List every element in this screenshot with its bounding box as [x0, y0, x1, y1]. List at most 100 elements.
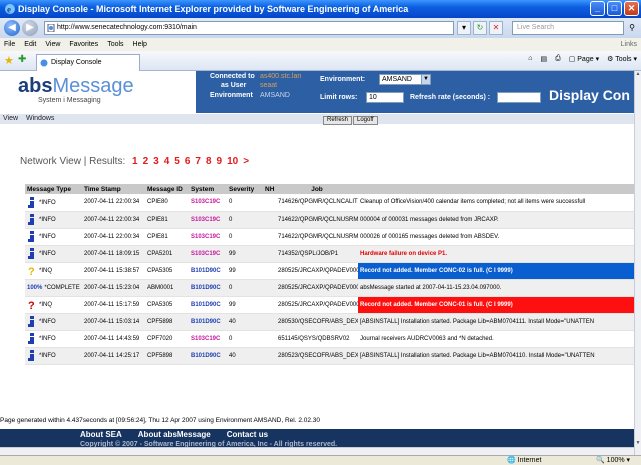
- cell-message-text: Journal receivers AUDRCV0063 and *N deta…: [358, 330, 634, 348]
- print-icon[interactable]: ⎙: [555, 55, 561, 63]
- refresh-button[interactable]: Refresh: [323, 116, 353, 125]
- tab-display-console[interactable]: Display Console: [36, 54, 140, 71]
- about-absmessage-link[interactable]: About absMessage: [138, 430, 211, 439]
- page-link[interactable]: 10: [227, 156, 238, 167]
- page-link[interactable]: 7: [195, 156, 201, 167]
- page-content: absMessage System i Messaging Connected …: [0, 71, 634, 455]
- cell-severity: 0: [227, 194, 263, 212]
- page-link[interactable]: 2: [143, 156, 149, 167]
- page-link[interactable]: 8: [206, 156, 212, 167]
- results-label: Network View | Results:: [20, 156, 126, 167]
- table-row[interactable]: *INFO 2007-04-11 22:00:34 CPIE80 S103C19C 0 7…: [25, 194, 634, 212]
- limit-rows-input[interactable]: 10: [366, 92, 404, 103]
- menu-view[interactable]: View: [45, 38, 60, 51]
- stop-icon[interactable]: ✕: [489, 21, 503, 35]
- about-sea-link[interactable]: About SEA: [80, 430, 122, 439]
- completion-percent: 100%: [27, 284, 43, 291]
- col-severity[interactable]: Severity: [227, 184, 263, 194]
- horizontal-scrollbar[interactable]: [0, 447, 634, 455]
- col-system[interactable]: System: [189, 184, 227, 194]
- scroll-down-icon[interactable]: ▼: [635, 440, 641, 447]
- vertical-scrollbar[interactable]: ▲ ▼: [634, 71, 641, 455]
- message-type: *INFO: [39, 217, 56, 224]
- zoom-level[interactable]: 🔍 100% ▾: [596, 456, 630, 465]
- cell-message-type: ? *INQ: [25, 262, 82, 280]
- page-title: Display Con: [549, 87, 630, 103]
- minimize-button[interactable]: _: [590, 1, 605, 16]
- cell-message-text: Record not added. Member CONC-01 is full…: [358, 296, 634, 314]
- close-window-button[interactable]: ✕: [624, 1, 639, 16]
- menu-favorites[interactable]: Favorites: [69, 38, 98, 51]
- col-message-type[interactable]: Message Type: [25, 184, 82, 194]
- links-label[interactable]: Links: [621, 38, 637, 51]
- table-row[interactable]: *INFO 2007-04-11 14:43:59 CPF7020 S103C19C 0…: [25, 330, 634, 348]
- cell-nh: [263, 211, 276, 229]
- logo-abs: abs: [18, 75, 53, 97]
- page-link[interactable]: 9: [217, 156, 223, 167]
- environment-select[interactable]: AMSAND ▼: [379, 74, 431, 85]
- page-menu[interactable]: ▢ Page ▾: [569, 55, 599, 63]
- cell-time-stamp: 2007-04-11 15:03:14: [82, 313, 145, 331]
- chevron-down-icon[interactable]: ▼: [421, 74, 431, 85]
- cell-time-stamp: 2007-04-11 15:23:04: [82, 279, 145, 297]
- page-link[interactable]: 3: [153, 156, 159, 167]
- cell-severity: 0: [227, 330, 263, 348]
- menu-edit[interactable]: Edit: [24, 38, 36, 51]
- cell-message-id: CPIE81: [145, 211, 189, 229]
- message-text: [ABSINSTALL] Installation started. Packa…: [360, 352, 595, 359]
- back-button[interactable]: ◀: [4, 20, 20, 36]
- search-input[interactable]: Live Search: [512, 21, 624, 35]
- add-favorites-icon[interactable]: ✚: [18, 54, 26, 65]
- col-job[interactable]: Job: [276, 184, 358, 194]
- table-row[interactable]: *INFO 2007-04-11 22:00:34 CPIE81 S103C19C 0 7…: [25, 228, 634, 246]
- cell-message-text: [ABSINSTALL] Installation started. Packa…: [358, 347, 634, 365]
- forward-button[interactable]: ▶: [22, 20, 38, 36]
- menu-help[interactable]: Help: [133, 38, 147, 51]
- cell-message-id: CPIE81: [145, 228, 189, 246]
- col-time-stamp[interactable]: Time Stamp: [82, 184, 145, 194]
- environment-label: Environment: [210, 92, 253, 99]
- table-row[interactable]: 100% *COMPLETE 2007-04-11 15:23:04 ABM0001 B…: [25, 279, 634, 297]
- next-page-link[interactable]: >: [243, 156, 249, 167]
- address-dropdown-button[interactable]: ▾: [457, 21, 471, 35]
- logoff-button[interactable]: Logoff: [353, 116, 378, 125]
- table-row[interactable]: *INFO 2007-04-11 15:03:14 CPF5898 B101D90C 4…: [25, 313, 634, 331]
- table-row[interactable]: ? *INQ 2007-04-11 15:17:59 CPA5305 B101D90C 9…: [25, 296, 634, 314]
- window-title: Display Console - Microsoft Internet Exp…: [18, 4, 409, 14]
- home-icon[interactable]: ⌂: [528, 55, 532, 63]
- page-link[interactable]: 4: [164, 156, 170, 167]
- menu-windows[interactable]: Windows: [26, 115, 54, 122]
- table-row[interactable]: *INFO 2007-04-11 18:09:15 CPA5201 S103C19C 9…: [25, 245, 634, 263]
- refresh-rate-input[interactable]: [497, 92, 541, 103]
- col-nh[interactable]: NH: [263, 184, 276, 194]
- message-type: *INQ: [39, 302, 53, 309]
- col-message-id[interactable]: Message ID: [145, 184, 189, 194]
- page-link[interactable]: 5: [174, 156, 180, 167]
- info-icon: [28, 316, 34, 327]
- favorites-star-icon[interactable]: ★: [4, 54, 14, 67]
- refresh-icon[interactable]: ↻: [473, 21, 487, 35]
- search-icon[interactable]: ⚲: [626, 21, 638, 35]
- scroll-up-icon[interactable]: ▲: [635, 71, 641, 78]
- menu-tools[interactable]: Tools: [107, 38, 123, 51]
- address-input[interactable]: http://www.senecatechnology.com:9310/mai…: [44, 21, 454, 35]
- message-type: *COMPLETE: [44, 284, 80, 291]
- page-link[interactable]: 1: [132, 156, 138, 167]
- table-row[interactable]: *INFO 2007-04-11 14:25:17 CPF5898 B101D90C 4…: [25, 347, 634, 365]
- info-icon: [28, 214, 34, 225]
- table-row[interactable]: ? *INQ 2007-04-11 15:38:57 CPA5305 B101D90C 9…: [25, 262, 634, 280]
- tools-menu[interactable]: ⚙ Tools ▾: [607, 55, 637, 63]
- table-header-row: Message Type Time Stamp Message ID Syste…: [25, 184, 634, 194]
- contact-us-link[interactable]: Contact us: [227, 430, 268, 439]
- feeds-icon[interactable]: ▤: [540, 55, 547, 63]
- table-row[interactable]: *INFO 2007-04-11 22:00:34 CPIE81 S103C19C 0 7…: [25, 211, 634, 229]
- menu-file[interactable]: File: [4, 38, 15, 51]
- cell-severity: 40: [227, 347, 263, 365]
- cell-message-text: Record not added. Member CONC-02 is full…: [358, 262, 634, 280]
- maximize-button[interactable]: □: [607, 1, 622, 16]
- cell-message-type: *INFO: [25, 313, 82, 331]
- cell-severity: 40: [227, 313, 263, 331]
- menu-view-page[interactable]: View: [3, 115, 18, 122]
- page-link[interactable]: 6: [185, 156, 191, 167]
- cell-time-stamp: 2007-04-11 14:43:59: [82, 330, 145, 348]
